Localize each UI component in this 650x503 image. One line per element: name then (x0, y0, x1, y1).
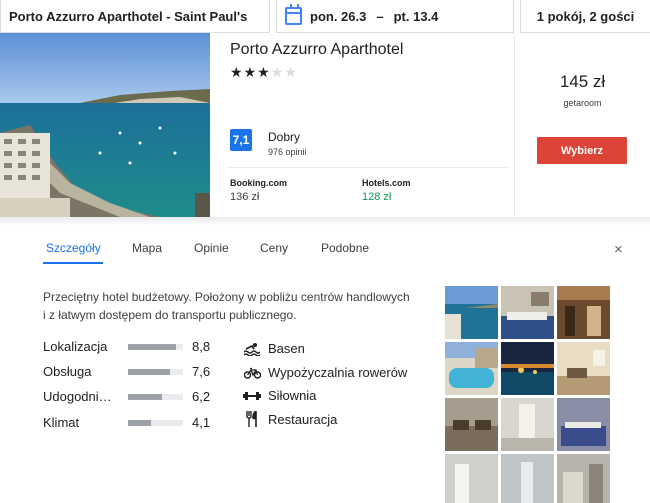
amenity-label: Wypożyczalnia rowerów (268, 365, 408, 380)
select-button[interactable]: Wybierz (537, 137, 627, 164)
gallery-photo[interactable] (445, 342, 498, 395)
rating-badge[interactable]: 7,1 (230, 129, 252, 151)
score-row-atmosphere: Klimat 4,1 (43, 415, 223, 433)
offer-booking[interactable]: Booking.com 136 zł (230, 178, 287, 203)
tab-details[interactable]: Szczegóły (46, 241, 101, 255)
amenity-pool: Basen (243, 341, 305, 356)
amenity-label: Restauracja (268, 411, 338, 427)
offer-provider-name: Hotels.com (362, 178, 411, 188)
amenity-label: Siłownia (268, 388, 317, 403)
rating-label: Dobry (268, 130, 301, 144)
hotel-name[interactable]: Porto Azzurro Aparthotel (230, 41, 403, 59)
guests-label: 1 pokój, 2 gości (536, 8, 635, 24)
date-range-field[interactable]: pon. 26.3 – pt. 13.4 (276, 0, 514, 33)
gallery-photo[interactable] (557, 454, 610, 503)
score-bar (128, 394, 183, 400)
hotel-search-field[interactable]: Porto Azzurro Aparthotel - Saint Paul's (0, 0, 270, 33)
restaurant-icon (243, 411, 261, 427)
score-value: 6,2 (192, 389, 211, 404)
dumbbell-icon (243, 391, 261, 401)
hotel-query: Porto Azzurro Aparthotel - Saint Paul's (9, 8, 248, 24)
offer-provider-name: Booking.com (230, 178, 288, 188)
score-label: Lokalizacja (43, 339, 108, 354)
section-divider (0, 217, 650, 226)
amenity-bike-rental: Wypożyczalnia rowerów (243, 365, 407, 380)
amenity-label: Basen (268, 341, 305, 356)
score-bar-fill (128, 369, 170, 375)
card-separator (228, 167, 508, 168)
bicycle-icon (243, 367, 261, 379)
score-row-location: Lokalizacja 8,8 (43, 339, 223, 357)
amenity-restaurant: Restauracja (243, 411, 337, 427)
star-empty-icon: ★ (270, 64, 285, 80)
date-separator: – (376, 8, 384, 24)
gallery-photo[interactable] (501, 454, 554, 503)
star-filled-icon: ★ (243, 64, 258, 80)
score-label: Udogodni… (43, 389, 112, 404)
score-row-amenities: Udogodni… 6,2 (43, 389, 223, 407)
hotel-star-rating: ★★★★★ (230, 64, 298, 81)
best-price-provider: getaroom (563, 98, 602, 108)
gallery-photo[interactable] (501, 286, 554, 339)
gallery-photo[interactable] (501, 398, 554, 451)
score-bar-fill (128, 394, 163, 400)
tab-similar[interactable]: Podobne (321, 241, 369, 255)
tab-prices[interactable]: Ceny (260, 241, 288, 255)
tab-reviews[interactable]: Opinie (194, 241, 229, 255)
score-value: 4,1 (192, 415, 211, 430)
gallery-photo[interactable] (445, 286, 498, 339)
hotel-main-photo[interactable] (0, 33, 210, 217)
tab-map[interactable]: Mapa (132, 241, 162, 255)
score-label: Klimat (43, 415, 80, 430)
gallery-photo[interactable] (445, 398, 498, 451)
star-filled-icon: ★ (257, 64, 271, 80)
offer-price: 136 zł (230, 191, 260, 203)
price-column-divider (514, 33, 515, 217)
score-bar (128, 369, 183, 375)
gallery-photo[interactable] (557, 342, 610, 395)
score-row-service: Obsługa 7,6 (43, 364, 223, 382)
score-bar (128, 344, 183, 350)
offer-price: 128 zł (362, 191, 392, 203)
gallery-photo[interactable] (445, 454, 498, 503)
star-filled-icon: ★ (230, 64, 244, 80)
gallery-photo[interactable] (557, 286, 610, 339)
score-bar-fill (128, 420, 151, 426)
search-bar: Porto Azzurro Aparthotel - Saint Paul's … (0, 0, 650, 33)
reviews-count[interactable]: 976 opinii (268, 147, 307, 157)
amenity-gym: Siłownia (243, 388, 316, 403)
score-label: Obsługa (43, 364, 92, 379)
offer-hotels-com[interactable]: Hotels.com 128 zł (362, 178, 411, 203)
score-bar (128, 420, 183, 426)
pool-icon (243, 342, 261, 356)
checkout-date[interactable]: pt. 13.4 (394, 9, 439, 24)
close-icon[interactable]: × (614, 241, 623, 258)
score-bar-fill (128, 344, 177, 350)
checkin-date[interactable]: pon. 26.3 (310, 9, 366, 24)
score-value: 7,6 (192, 364, 211, 379)
calendar-icon (285, 4, 302, 25)
guests-field[interactable]: 1 pokój, 2 gości (520, 0, 650, 33)
best-price: 145 zł (559, 72, 606, 91)
score-value: 8,8 (192, 339, 211, 354)
gallery-photo[interactable] (501, 342, 554, 395)
active-tab-indicator (43, 262, 103, 264)
star-empty-icon: ★ (284, 64, 298, 80)
gallery-photo[interactable] (557, 398, 610, 451)
hotel-description: Przeciętny hotel budżetowy. Położony w p… (43, 290, 410, 322)
